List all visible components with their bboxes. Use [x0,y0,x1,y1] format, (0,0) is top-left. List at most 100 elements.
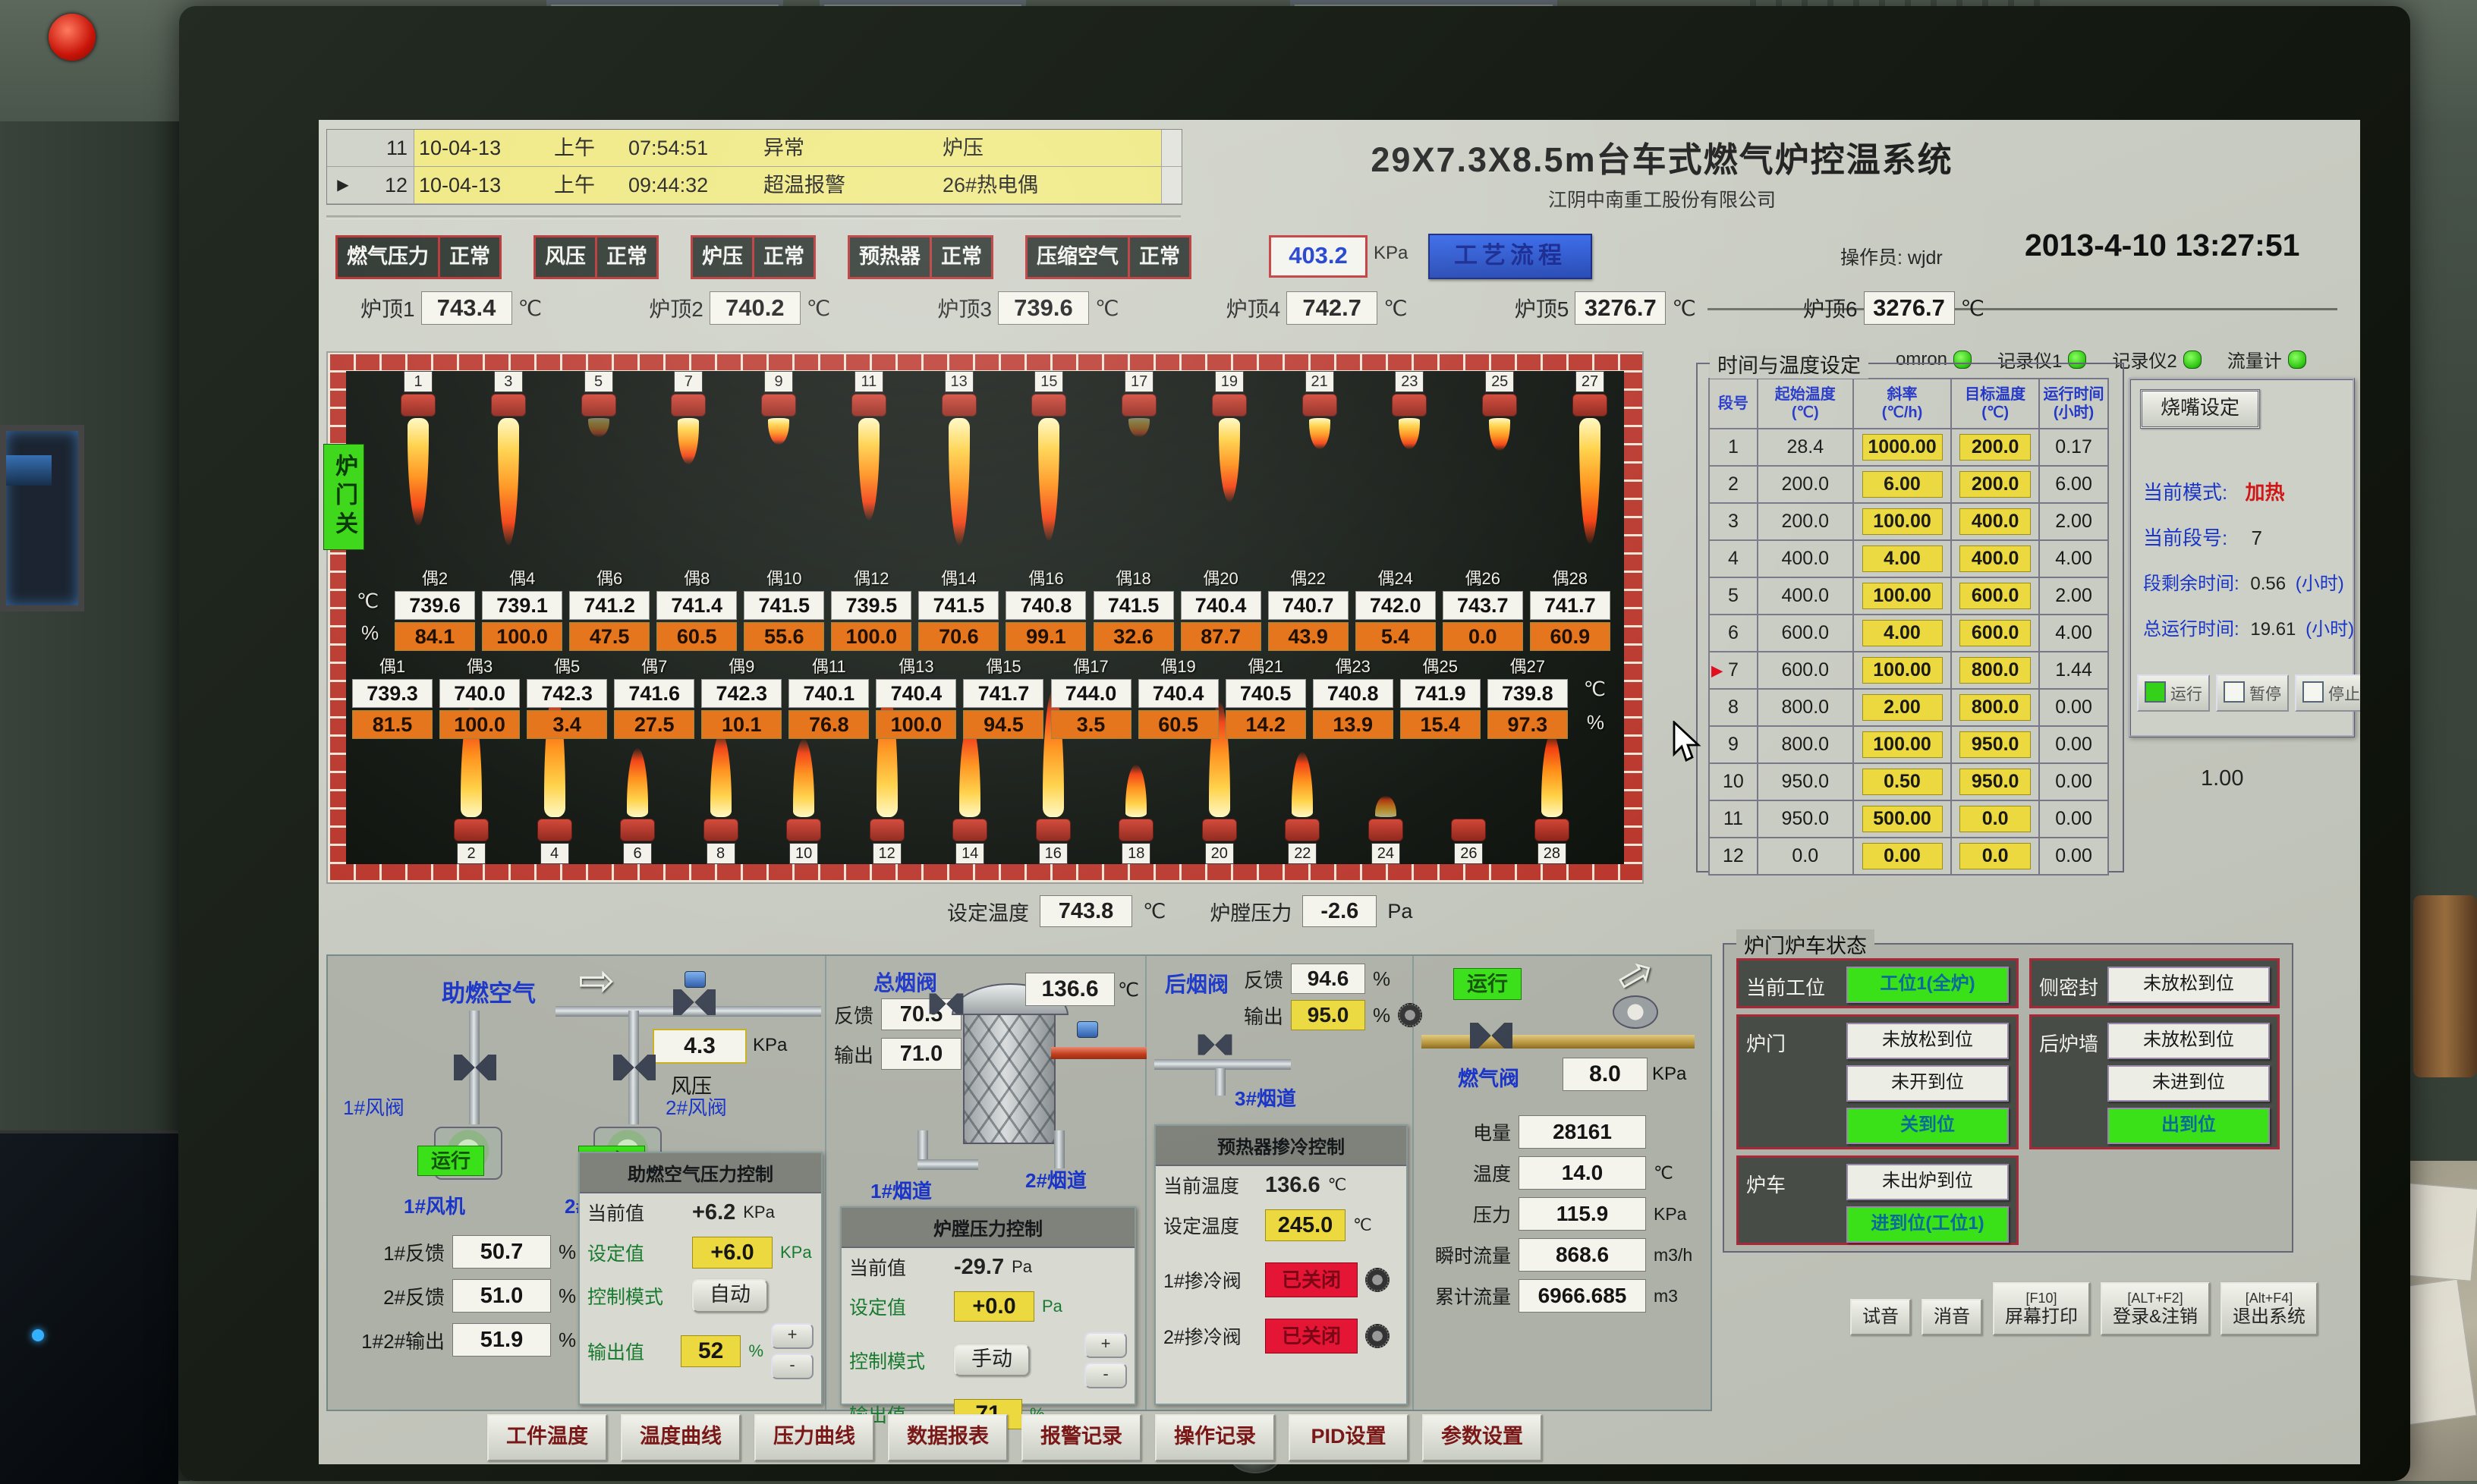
gas-pressure-value: 8.0 [1563,1058,1648,1091]
nav-tab[interactable]: PID设置 [1289,1414,1408,1461]
schedule-row: 5 400.0 100.00 600.0 2.00 [1709,577,2108,615]
ctrl-set-row: 设定温度 245.0 ℃ [1156,1204,1406,1247]
run-time-cell: 6.00 [2039,466,2108,503]
slope-value[interactable]: 4.00 [1862,545,1943,572]
output-plus-button[interactable]: + [1084,1332,1127,1358]
thermocouple-temp: 741.7 [963,679,1043,708]
schedule-header-cell: 起始温度(℃) [1758,379,1853,429]
fan2-valve-icon [613,1055,656,1080]
nav-tab[interactable]: 操作记录 [1155,1414,1275,1461]
ctrl-mode-button[interactable]: 手动 [954,1344,1030,1376]
nav-tab[interactable]: 压力曲线 [754,1414,874,1461]
slope-value[interactable]: 100.00 [1862,657,1943,684]
slope-value[interactable]: 4.00 [1862,620,1943,646]
operator-label: 操作员: wjdr [1840,243,1943,270]
air-pressure-value: 4.3 [653,1029,747,1064]
system-button[interactable]: [Alt+F4] 退出系统 [2220,1282,2318,1335]
alarm-scrollbar[interactable] [1161,130,1182,166]
ctrl-current-row: 当前值 -29.7 Pa [842,1248,1135,1286]
thermocouple-temp: 740.4 [1138,679,1219,708]
burner-settings-button[interactable]: 烧嘴设定 [2140,389,2260,429]
system-button[interactable]: 试音 [1850,1299,1911,1335]
schedule-row: 12 0.0 0.00 0.0 0.00 [1709,838,2108,875]
roof-temp-value: 742.7 [1286,291,1377,325]
ctrl-current-unit: Pa [1012,1257,1032,1277]
flame-icon [858,418,880,520]
slope-value[interactable]: 0.50 [1862,769,1943,795]
slope-value[interactable]: 0.00 [1862,843,1943,869]
alarm-date: 10-04-13 [414,130,549,166]
target-value[interactable]: 200.0 [1959,434,2031,461]
target-value[interactable]: 0.0 [1959,806,2031,832]
roof-temp-unit: ℃ [1383,296,1407,321]
burner-body-icon [952,819,987,841]
pause-button[interactable]: 暂停 [2216,674,2289,712]
flame-icon [1128,418,1150,437]
gas-reading-row: 累计流量 6966.685 m3 [1420,1279,1692,1313]
alarm-row[interactable]: 11 10-04-13 上午 07:54:51 异常 炉压 [327,130,1182,167]
output-plus-button[interactable]: + [771,1323,814,1349]
nav-tab[interactable]: 温度曲线 [621,1414,741,1461]
air-pressure-unit: KPa [753,1035,787,1056]
nav-tab[interactable]: 工件温度 [487,1414,607,1461]
system-button-key: [Alt+F4] [2233,1290,2305,1306]
segment-cell: 8 [1709,689,1758,726]
run-button[interactable]: 运行 [2137,674,2210,712]
output-minus-button[interactable]: - [1084,1363,1127,1388]
slope-value[interactable]: 100.00 [1862,508,1943,535]
status-badge-row: 燃气压力 正常 风压 正常 炉压 正常 预热器 正常 压缩空气 正常 [335,235,1191,279]
nav-tab[interactable]: 参数设置 [1422,1414,1542,1461]
slope-value[interactable]: 2.00 [1862,694,1943,721]
ctrl-set-value[interactable]: +0.0 [954,1291,1034,1322]
slope-value[interactable]: 100.00 [1862,583,1943,609]
start-temp-cell: 950.0 [1758,800,1853,838]
system-button[interactable]: [ALT+F2] 登录&注销 [2101,1282,2210,1335]
target-value[interactable]: 800.0 [1959,657,2031,684]
alarm-row[interactable]: ▶ 12 10-04-13 上午 09:44:32 超温报警 26#热电偶 [327,167,1182,204]
nav-tab[interactable]: 报警记录 [1021,1414,1141,1461]
rear-out-value[interactable]: 95.0 [1291,1000,1365,1030]
slope-value[interactable]: 1000.00 [1862,434,1943,461]
output-minus-button[interactable]: - [771,1354,814,1379]
target-value[interactable]: 600.0 [1959,620,2031,646]
slope-value[interactable]: 6.00 [1862,471,1943,498]
ctrl-set-unit: Pa [1042,1297,1062,1316]
burner-number: 24 [1371,843,1400,864]
target-value[interactable]: 800.0 [1959,694,2031,721]
target-value[interactable]: 950.0 [1959,769,2031,795]
slope-value[interactable]: 500.00 [1862,806,1943,832]
thermocouple-temp: 742.0 [1355,591,1436,620]
nav-tab[interactable]: 数据报表 [888,1414,1008,1461]
system-button[interactable]: [F10] 屏幕打印 [1993,1282,2090,1335]
slope-cell: 500.00 [1853,800,1952,838]
target-value[interactable]: 400.0 [1959,545,2031,572]
ctrl-output-value[interactable]: 52 [681,1335,741,1367]
ctrl-set-value[interactable]: 245.0 [1265,1209,1346,1241]
target-value[interactable]: 200.0 [1959,471,2031,498]
burner-number: 7 [674,371,703,392]
flame-icon [408,418,429,526]
thermocouple-output: 55.6 [744,622,824,651]
ctrl-set-row: 设定值 +6.0 KPa [580,1231,821,1274]
preheat-ctrl: 预热器掺冷控制 当前温度 136.6 ℃ 设定温度 245.0 ℃ 1#掺冷阀 [1154,1124,1408,1405]
cold-valve-state[interactable]: 已关闭 [1265,1319,1358,1354]
target-value[interactable]: 600.0 [1959,583,2031,609]
cold-valve-state[interactable]: 已关闭 [1265,1262,1358,1297]
stop-button[interactable]: 停止 [2295,674,2360,712]
thermocouple-temp: 740.7 [1268,591,1349,620]
schedule-row: 1 28.4 1000.00 200.0 0.17 [1709,429,2108,466]
run-time-cell: 0.00 [2039,838,2108,875]
ctrl-set-value[interactable]: +6.0 [692,1237,773,1269]
process-flow-button[interactable]: 工艺流程 [1428,234,1592,279]
alarm-list: 11 10-04-13 上午 07:54:51 异常 炉压 ▶ 12 10-04… [326,129,1182,205]
slope-value[interactable]: 100.00 [1862,731,1943,758]
alarm-scrollbar[interactable] [1161,167,1182,203]
ctrl-mode-button[interactable]: 自动 [692,1279,768,1313]
system-button[interactable]: 消音 [1921,1299,1982,1335]
roof-temp-label: 炉顶1 [360,293,415,323]
target-value[interactable]: 0.0 [1959,843,2031,869]
secondary-monitor [0,1130,178,1484]
target-value[interactable]: 400.0 [1959,508,2031,535]
target-value[interactable]: 950.0 [1959,731,2031,758]
total-unit: (小时) [2305,619,2354,640]
